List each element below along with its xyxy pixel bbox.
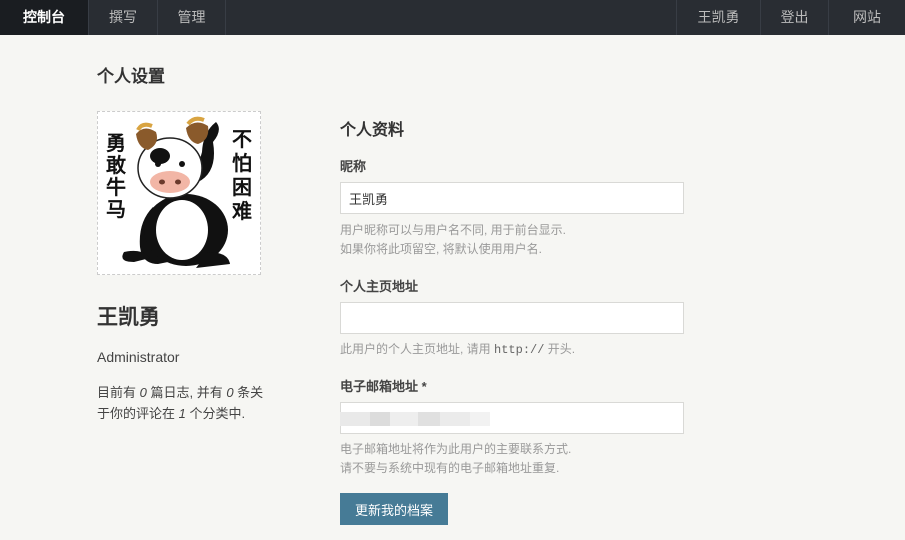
category-count: 1 bbox=[178, 406, 186, 421]
nav-item-user[interactable]: 王凯勇 bbox=[676, 0, 760, 35]
email-input[interactable] bbox=[340, 402, 684, 434]
email-hint: 电子邮箱地址将作为此用户的主要联系方式. 请不要与系统中现有的电子邮箱地址重复. bbox=[340, 442, 572, 475]
nav-item-manage[interactable]: 管理 bbox=[158, 0, 226, 35]
avatar-text-right-3: 困 bbox=[232, 175, 252, 199]
avatar-text-left-2: 敢 bbox=[106, 153, 127, 177]
update-profile-button[interactable]: 更新我的档案 bbox=[340, 493, 448, 525]
avatar-text-left-3: 牛 bbox=[106, 175, 126, 199]
http-code: http:// bbox=[494, 343, 545, 357]
nav-item-console[interactable]: 控制台 bbox=[0, 0, 89, 35]
comment-count: 0 bbox=[226, 385, 234, 400]
nav-right: 王凯勇 登出 网站 bbox=[676, 0, 905, 35]
homepage-hint: 此用户的个人主页地址, 请用 http:// 开头. bbox=[340, 342, 576, 357]
profile-role: Administrator bbox=[97, 349, 180, 365]
page-title: 个人设置 bbox=[97, 67, 165, 86]
profile-name: 王凯勇 bbox=[97, 306, 160, 329]
avatar-image: 勇 敢 牛 马 不 怕 困 难 bbox=[98, 112, 260, 274]
nickname-label: 昵称 bbox=[340, 159, 367, 174]
avatar[interactable]: 勇 敢 牛 马 不 怕 困 难 bbox=[97, 111, 261, 275]
section-title: 个人资料 bbox=[340, 122, 405, 139]
post-count: 0 bbox=[139, 385, 147, 400]
nav-item-write[interactable]: 撰写 bbox=[89, 0, 158, 35]
avatar-text-right-4: 难 bbox=[231, 199, 252, 223]
nickname-hint: 用户昵称可以与用户名不同, 用于前台显示. 如果你将此项留空, 将默认使用用户名… bbox=[340, 223, 567, 256]
profile-stats: 目前有 0 篇日志, 并有 0 条关于你的评论在 1 个分类中. bbox=[97, 385, 264, 421]
avatar-text-left-1: 勇 bbox=[106, 131, 126, 155]
nav-item-site[interactable]: 网站 bbox=[828, 0, 905, 35]
homepage-input[interactable] bbox=[340, 302, 684, 334]
nav-left: 控制台 撰写 管理 bbox=[0, 0, 226, 35]
avatar-text-right-2: 怕 bbox=[232, 151, 252, 175]
avatar-text-right-1: 不 bbox=[232, 127, 252, 151]
nickname-input[interactable] bbox=[340, 182, 684, 214]
homepage-label: 个人主页地址 bbox=[340, 279, 419, 294]
top-nav: 控制台 撰写 管理 王凯勇 登出 网站 bbox=[0, 0, 905, 35]
avatar-text-left-4: 马 bbox=[106, 197, 126, 221]
email-label: 电子邮箱地址 * bbox=[340, 379, 427, 394]
nav-item-logout[interactable]: 登出 bbox=[760, 0, 828, 35]
